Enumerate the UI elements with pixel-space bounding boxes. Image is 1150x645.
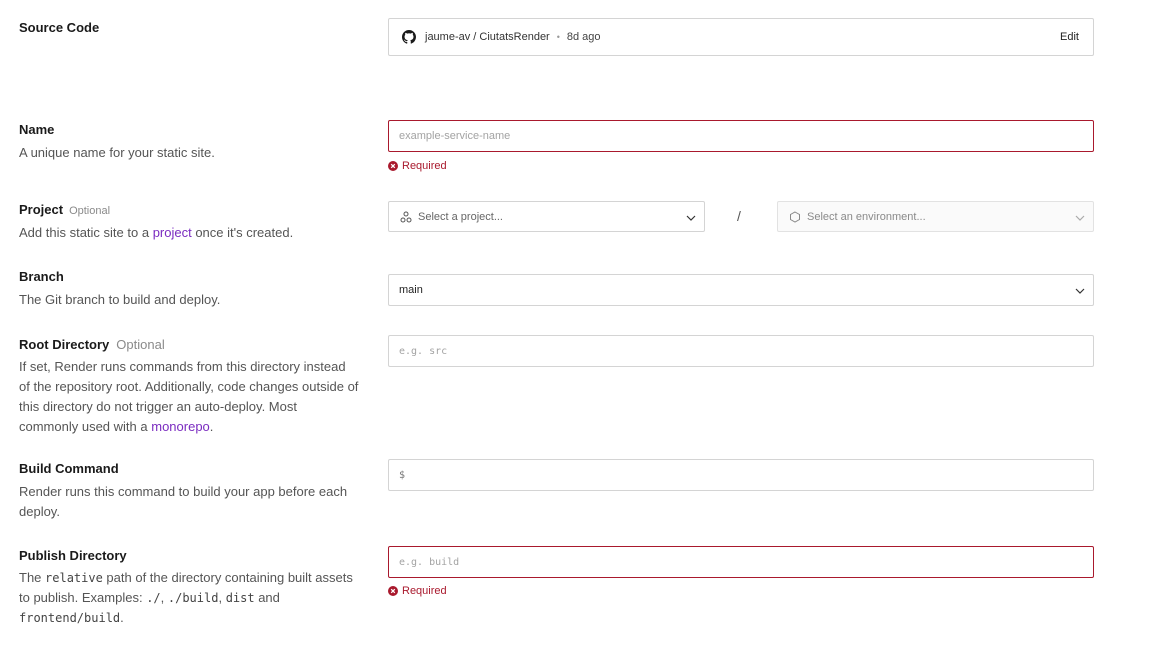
build-command-label: Build Command <box>19 461 119 476</box>
name-placeholder: example-service-name <box>399 130 511 142</box>
root-directory-description: If set, Render runs commands from this d… <box>19 357 359 437</box>
build-command-prefix: $ <box>399 469 406 481</box>
publish-directory-input[interactable]: e.g. build <box>388 546 1094 578</box>
publish-desc-text-3: , <box>160 590 168 605</box>
branch-label: Branch <box>19 269 64 284</box>
root-directory-label-text: Root Directory <box>19 337 110 352</box>
edit-button[interactable]: Edit <box>1060 31 1079 43</box>
project-icon <box>400 211 412 223</box>
project-label: Project Optional <box>19 202 110 217</box>
root-directory-placeholder: e.g. src <box>399 345 448 357</box>
project-description: Add this static site to a project once i… <box>19 223 359 243</box>
source-code-label: Source Code <box>19 20 100 35</box>
separator-dot: • <box>556 32 560 42</box>
name-description: A unique name for your static site. <box>19 145 215 160</box>
name-error: Required <box>388 160 447 172</box>
project-label-text: Project <box>19 202 64 217</box>
project-desc-prefix: Add this static site to a <box>19 225 153 240</box>
error-icon <box>388 161 398 171</box>
publish-desc-code-build: ./build <box>167 591 219 605</box>
publish-directory-label: Publish Directory <box>19 548 127 563</box>
project-desc-suffix: once it's created. <box>191 225 294 240</box>
project-link[interactable]: project <box>153 225 192 240</box>
root-directory-label: Root Directory Optional <box>19 337 165 352</box>
chevron-down-icon <box>1075 208 1085 226</box>
publish-desc-text-5: and <box>254 590 280 605</box>
branch-description: The Git branch to build and deploy. <box>19 292 221 307</box>
publish-desc-text-6: . <box>120 610 124 625</box>
build-command-description: Render runs this command to build your a… <box>19 484 348 519</box>
publish-directory-description: The relative path of the directory conta… <box>19 568 359 628</box>
root-directory-optional-tag: Optional <box>116 337 165 352</box>
publish-desc-code-dist: dist <box>225 591 255 605</box>
repo-age: 8d ago <box>566 31 601 43</box>
project-optional-tag: Optional <box>69 205 111 217</box>
project-select[interactable]: Select a project... <box>388 201 705 232</box>
monorepo-link[interactable]: monorepo <box>151 419 210 434</box>
publish-directory-error-text: Required <box>402 585 447 597</box>
publish-directory-error: Required <box>388 585 447 597</box>
chevron-down-icon <box>686 208 696 226</box>
project-env-slash: / <box>737 208 741 224</box>
github-icon <box>402 30 416 44</box>
error-icon <box>388 586 398 596</box>
build-command-input[interactable]: $ <box>388 459 1094 491</box>
publish-desc-code-frontend-build: frontend/build <box>19 611 121 625</box>
source-repo-box: jaume-av / CiutatsRender • 8d ago Edit <box>388 18 1094 56</box>
root-directory-desc-suffix: . <box>209 419 214 434</box>
project-select-placeholder: Select a project... <box>418 210 503 223</box>
environment-select-placeholder: Select an environment... <box>807 210 926 223</box>
repo-link[interactable]: jaume-av / CiutatsRender <box>425 31 550 43</box>
environment-select[interactable]: Select an environment... <box>777 201 1094 232</box>
publish-directory-placeholder: e.g. build <box>399 556 460 568</box>
branch-select[interactable]: main <box>388 274 1094 306</box>
branch-value: main <box>399 284 423 296</box>
environment-icon <box>789 210 801 223</box>
root-directory-input[interactable]: e.g. src <box>388 335 1094 367</box>
publish-desc-text-4: , <box>218 590 226 605</box>
publish-desc-text-1: The <box>19 570 46 585</box>
publish-desc-code-root: ./ <box>146 591 161 605</box>
chevron-down-icon <box>1075 281 1085 299</box>
name-error-text: Required <box>402 160 447 172</box>
name-label: Name <box>19 122 55 137</box>
name-input[interactable]: example-service-name <box>388 120 1094 152</box>
publish-desc-code-relative: relative <box>45 571 103 585</box>
